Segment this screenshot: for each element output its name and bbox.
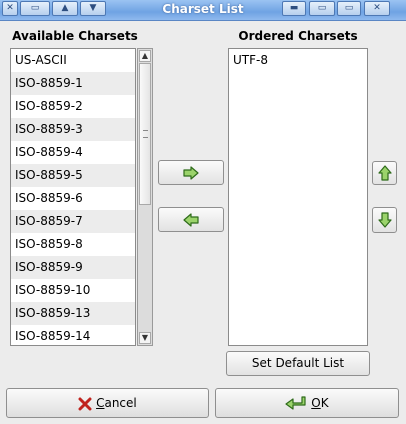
available-charsets-list[interactable]: US-ASCII ISO-8859-1 ISO-8859-2 ISO-8859-… (10, 48, 136, 346)
list-item[interactable]: ISO-8859-1 (11, 72, 135, 95)
list-item[interactable]: ISO-8859-7 (11, 210, 135, 233)
available-list-scrollbar[interactable]: ▲ ▼ (137, 48, 153, 346)
minimize-button[interactable]: ▬ (282, 1, 306, 16)
list-item[interactable]: ISO-8859-3 (11, 118, 135, 141)
available-charsets-label: Available Charsets (12, 29, 138, 43)
cancel-icon (78, 397, 92, 410)
list-item[interactable]: ISO-8859-2 (11, 95, 135, 118)
list-item[interactable]: ISO-8859-13 (11, 302, 135, 325)
ok-label: OK (311, 396, 329, 410)
close-icon: ✕ (373, 3, 381, 13)
move-up-button[interactable] (372, 161, 397, 185)
ordered-charsets-label: Ordered Charsets (238, 29, 358, 43)
list-item[interactable]: ISO-8859-6 (11, 187, 135, 210)
charset-list-dialog: ✕ ▭ ▲ ▼ Charset List ▬ ▭ ▭ ✕ Available C… (0, 0, 406, 424)
scroll-up-button[interactable]: ▲ (139, 50, 151, 62)
down-arrow-icon (377, 211, 392, 228)
minimize-icon: ▬ (289, 3, 299, 13)
remove-charset-button[interactable] (158, 207, 224, 232)
left-arrow-icon (183, 212, 199, 227)
title-bar[interactable]: ✕ ▭ ▲ ▼ Charset List ▬ ▭ ▭ ✕ (0, 0, 406, 21)
list-item[interactable]: ISO-8859-8 (11, 233, 135, 256)
up-arrow-icon (377, 164, 392, 181)
list-item[interactable]: ISO-8859-14 (11, 325, 135, 345)
scroll-down-button[interactable]: ▼ (139, 332, 151, 344)
list-item[interactable]: ISO-8859-4 (11, 141, 135, 164)
set-default-list-button[interactable]: Set Default List (226, 351, 370, 376)
ordered-charsets-list[interactable]: UTF-8 (228, 48, 368, 346)
move-down-button[interactable] (372, 207, 397, 233)
list-item[interactable]: UTF-8 (229, 49, 367, 72)
scroll-up-icon: ▲ (141, 51, 149, 60)
scrollbar-thumb[interactable] (139, 63, 151, 205)
list-item[interactable]: ISO-8859-9 (11, 256, 135, 279)
scroll-down-icon: ▼ (141, 333, 149, 342)
close-button[interactable]: ✕ (364, 1, 390, 16)
list-item[interactable]: US-ASCII (11, 49, 135, 72)
right-arrow-icon (183, 165, 199, 180)
list-item[interactable]: ISO-8859-5 (11, 164, 135, 187)
list-item[interactable]: ISO-8859-10 (11, 279, 135, 302)
maximize-button[interactable]: ▭ (309, 1, 335, 16)
grip-icon (143, 130, 148, 138)
maximize-icon: ▭ (317, 3, 327, 13)
ok-arrow-icon (285, 395, 307, 410)
ok-button[interactable]: OK (215, 388, 399, 418)
restore-icon: ▭ (344, 3, 354, 13)
cancel-button[interactable]: Cancel (6, 388, 209, 418)
cancel-label: Cancel (96, 396, 137, 410)
restore-button[interactable]: ▭ (337, 1, 361, 16)
add-charset-button[interactable] (158, 160, 224, 185)
